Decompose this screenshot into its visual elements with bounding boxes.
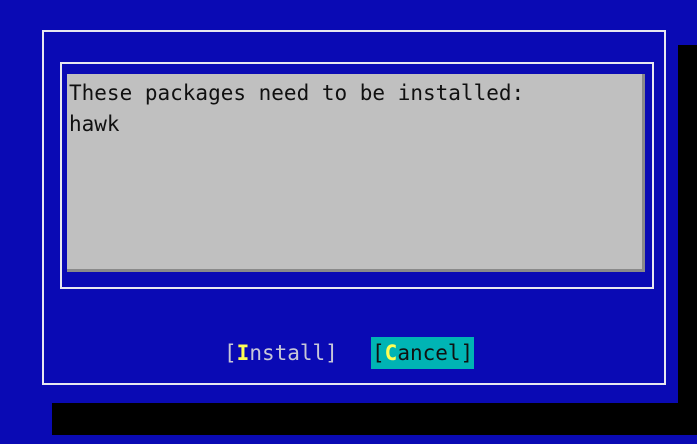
install-button[interactable]: [Install] bbox=[224, 337, 338, 369]
cancel-bracket-open: [ bbox=[372, 341, 385, 365]
button-bar: [Install] [Cancel] bbox=[0, 337, 697, 369]
package-name: hawk bbox=[69, 112, 120, 136]
message-text-area: These packages need to be installed: haw… bbox=[67, 74, 645, 272]
dialog-shadow bbox=[52, 403, 697, 435]
dialog-shadow bbox=[678, 45, 697, 435]
install-hotkey: I bbox=[236, 341, 250, 365]
install-label: nstall bbox=[249, 341, 326, 365]
message-line: These packages need to be installed: bbox=[69, 81, 525, 105]
terminal-screen: These packages need to be installed: haw… bbox=[0, 0, 697, 444]
install-bracket-open: [ bbox=[224, 341, 237, 365]
cancel-label: ancel bbox=[397, 341, 461, 365]
cancel-hotkey: C bbox=[384, 341, 398, 365]
cancel-button[interactable]: [Cancel] bbox=[371, 337, 475, 369]
install-bracket-close: ] bbox=[325, 341, 338, 365]
cancel-bracket-close: ] bbox=[460, 341, 474, 365]
